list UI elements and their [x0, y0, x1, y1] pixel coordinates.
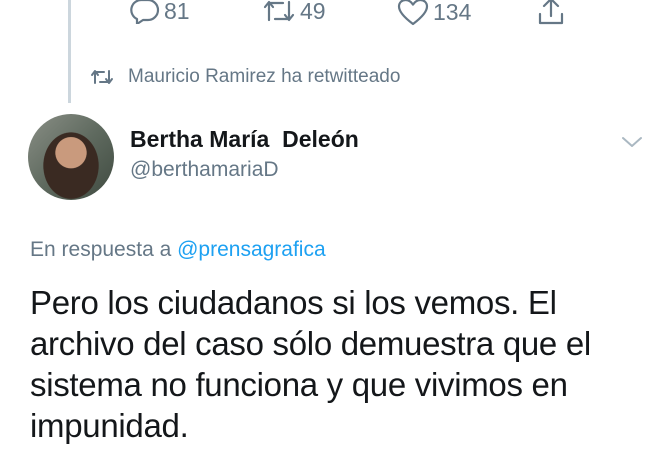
share-button[interactable] [536, 0, 566, 26]
avatar[interactable] [28, 114, 114, 200]
reply-count: 81 [164, 0, 190, 24]
more-options-button[interactable] [620, 134, 644, 155]
heart-icon [397, 0, 429, 26]
like-button[interactable]: 134 [397, 0, 471, 26]
retweet-count: 49 [300, 0, 326, 24]
retweet-button[interactable]: 49 [262, 0, 326, 24]
retweet-icon [91, 70, 113, 84]
author-name[interactable]: Bertha María Deleón [130, 126, 359, 153]
chevron-down-icon [622, 137, 642, 147]
like-count: 134 [433, 0, 472, 25]
reply-mention-link[interactable]: @prensagrafica [177, 238, 326, 261]
tweet-action-bar: 81 49 134 [0, 0, 670, 30]
reply-context-prefix: En respuesta a [30, 238, 178, 261]
tweet-text: Pero los ciudadanos si los vemos. El arc… [30, 284, 591, 444]
reply-icon [130, 0, 160, 24]
retweet-notice: Mauricio Ramirez ha retwitteado [90, 66, 400, 88]
retweet-notice-text: Mauricio Ramirez ha retwitteado [128, 66, 401, 87]
reply-button[interactable]: 81 [130, 0, 190, 24]
reply-context: En respuesta a @prensagrafica [30, 238, 326, 262]
author-handle[interactable]: @berthamariaD [130, 158, 279, 182]
retweet-icon [263, 0, 295, 22]
share-icon [538, 0, 564, 25]
